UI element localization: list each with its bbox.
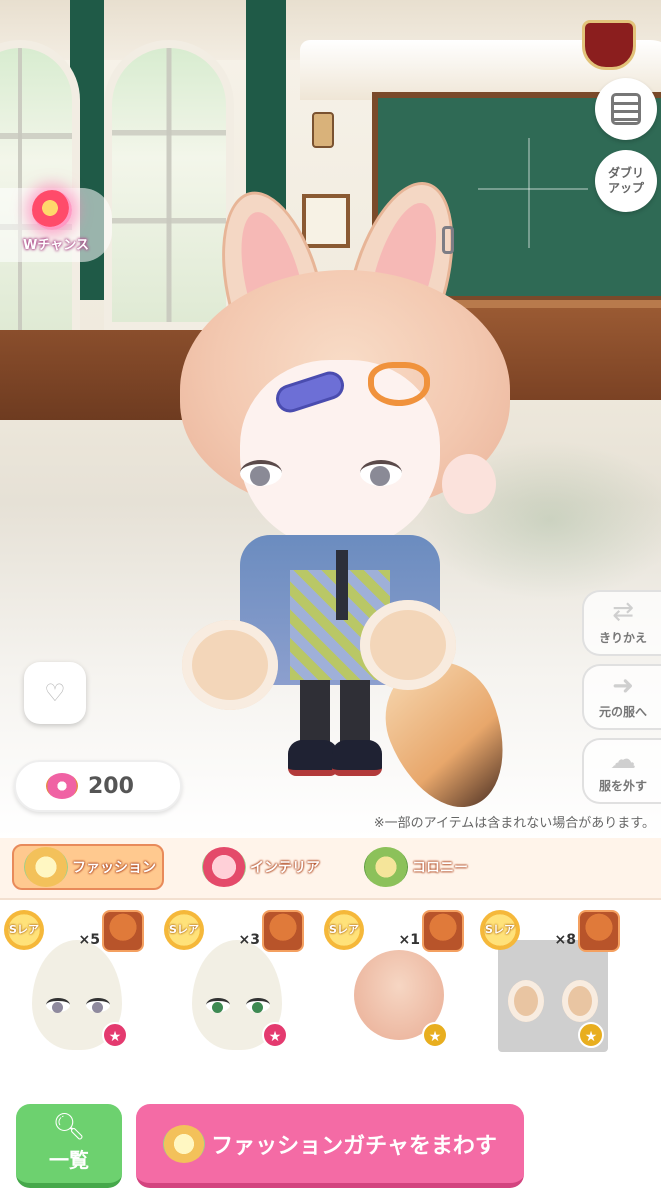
remove-clothes-button[interactable]: ☁ 服を外す <box>582 738 661 804</box>
swap-label: きりかえ <box>598 631 647 645</box>
tab-fashion-label: ファッション <box>72 860 156 876</box>
star-icon: ★ <box>102 1022 128 1048</box>
wall-lamp <box>312 112 334 148</box>
arrow-right-icon: ➜ <box>612 671 634 701</box>
ear-clip <box>442 226 454 254</box>
duplicate-up-button[interactable]: ダブリ アップ <box>595 150 657 212</box>
rarity-badge: Sレア <box>480 910 520 950</box>
disclaimer-text: ※一部のアイテムは含まれない場合があります。 <box>373 816 655 831</box>
item-quantity: ×3 <box>238 932 260 948</box>
item-list: ★ Sレア ×5 ★ Sレア ×3 ★ Sレア ×1 ★ Sレア ×8 <box>0 900 661 1060</box>
revert-outfit-button[interactable]: ➜ 元の服へ <box>582 664 661 730</box>
tab-fashion[interactable]: ファッション <box>12 844 164 890</box>
menu-button[interactable] <box>595 78 657 140</box>
item-thumbnail: ★ <box>498 940 608 1052</box>
fashion-gacha-button[interactable]: ファッションガチャをまわす <box>136 1104 524 1188</box>
crest-emblem <box>582 20 636 70</box>
item-thumbnail: ★ <box>182 940 292 1052</box>
list-item[interactable]: ★ Sレア ×8 <box>480 910 620 1060</box>
tab-interior[interactable]: インテリア <box>198 844 348 890</box>
orange-heart-hairclip <box>368 362 430 406</box>
undress-icon: ☁ <box>610 745 636 775</box>
star-icon: ★ <box>262 1022 288 1048</box>
list-item[interactable]: ★ Sレア ×5 <box>4 910 144 1060</box>
duplicate-label-line1: ダブリ <box>607 166 644 180</box>
donut-count: 200 <box>88 773 134 799</box>
paw-gloves-item <box>508 970 598 1030</box>
revert-label: 元の服へ <box>598 705 647 719</box>
cake-icon <box>163 1124 206 1163</box>
list-button[interactable]: 🔍︎ 一覧 <box>16 1104 122 1188</box>
donut-icon <box>46 773 78 799</box>
left-sneaker <box>288 740 338 776</box>
tab-colony-label: コロニー <box>412 860 468 876</box>
list-item[interactable]: ★ Sレア ×3 <box>164 910 304 1060</box>
hamburger-menu-icon <box>611 93 641 125</box>
list-button-label: 一覧 <box>49 1148 89 1172</box>
bag-icon <box>422 910 464 952</box>
item-quantity: ×1 <box>398 932 420 948</box>
favorite-button[interactable]: ♡ <box>24 662 86 724</box>
list-item[interactable]: ★ Sレア ×1 <box>324 910 464 1060</box>
bag-icon <box>262 910 304 952</box>
gacha-button-label: ファッションガチャをまわす <box>211 1133 497 1159</box>
avatar-scene <box>0 0 661 838</box>
swap-arrows-icon: ⇄ <box>612 597 634 627</box>
bag-icon <box>102 910 144 952</box>
house-icon <box>202 847 246 887</box>
w-chance-button[interactable]: Wチャンス <box>0 188 112 262</box>
tab-colony[interactable]: コロニー <box>360 844 510 890</box>
donut-currency: 200 <box>14 760 182 812</box>
category-tabs: ファッション インテリア コロニー <box>0 838 661 900</box>
item-quantity: ×8 <box>554 932 576 948</box>
rarity-badge: Sレア <box>164 910 204 950</box>
avatar-character <box>160 169 550 826</box>
item-quantity: ×5 <box>78 932 100 948</box>
remove-label: 服を外す <box>598 779 647 793</box>
left-paw-glove <box>182 620 278 710</box>
side-ear <box>442 454 496 514</box>
search-icon: 🔍︎ <box>52 1112 86 1142</box>
left-eye <box>240 460 282 486</box>
rarity-badge: Sレア <box>4 910 44 950</box>
swap-button[interactable]: ⇄ きりかえ <box>582 590 661 656</box>
item-thumbnail: ★ <box>342 940 452 1052</box>
bag-icon <box>578 910 620 952</box>
necktie <box>336 550 348 620</box>
item-thumbnail: ★ <box>22 940 132 1052</box>
w-chance-label: Wチャンス <box>23 238 89 253</box>
tab-interior-label: インテリア <box>250 860 320 876</box>
star-icon: ★ <box>422 1022 448 1048</box>
star-icon: ★ <box>578 1022 604 1048</box>
rarity-badge: Sレア <box>324 910 364 950</box>
heart-icon: ♡ <box>44 679 66 707</box>
colony-icon <box>364 847 408 887</box>
cake-icon <box>24 847 68 887</box>
right-eye <box>360 460 402 486</box>
duplicate-label-line2: アップ <box>607 181 644 195</box>
gem-icon <box>32 190 72 230</box>
right-sneaker <box>332 740 382 776</box>
right-paw-glove <box>360 600 456 690</box>
